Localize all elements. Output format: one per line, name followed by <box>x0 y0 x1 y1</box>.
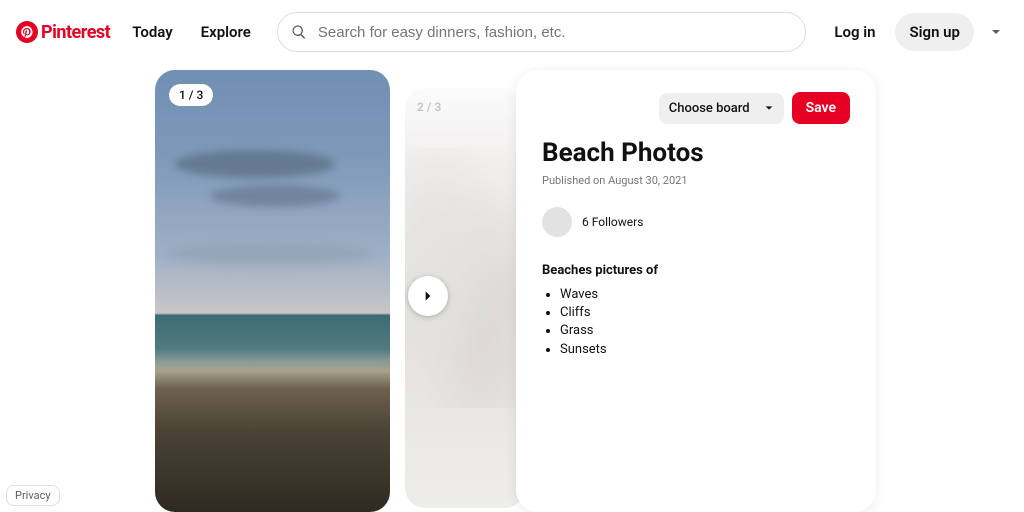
chevron-down-icon <box>764 103 774 113</box>
carousel-card-current[interactable]: 1 / 3 <box>155 70 390 512</box>
choose-board-label: Choose board <box>669 101 750 116</box>
content: 2 / 3 1 / 3 Choose board Save Beach Phot… <box>0 64 1024 512</box>
author-row[interactable]: 6 Followers <box>542 207 850 237</box>
carousel-badge-current: 1 / 3 <box>169 84 213 106</box>
pinterest-logo[interactable]: Pinterest <box>16 21 110 43</box>
pinterest-logo-icon <box>16 21 38 43</box>
carousel-badge-next: 2 / 3 <box>417 100 441 114</box>
account-menu-button[interactable] <box>984 20 1008 44</box>
chevron-right-icon <box>421 289 435 303</box>
followers-count: 6 Followers <box>582 215 643 229</box>
signup-button[interactable]: Sign up <box>895 13 974 51</box>
header: Pinterest Today Explore Log in Sign up <box>0 0 1024 64</box>
pin-published: Published on August 30, 2021 <box>542 174 850 187</box>
search-icon <box>291 24 307 40</box>
list-item: Waves <box>560 286 850 304</box>
choose-board-dropdown[interactable]: Choose board <box>659 93 784 124</box>
privacy-link[interactable]: Privacy <box>6 485 60 506</box>
search-wrap <box>277 12 806 52</box>
list-item: Cliffs <box>560 304 850 322</box>
pin-actions: Choose board Save <box>542 92 850 124</box>
beach-photo <box>155 70 390 512</box>
avatar <box>542 207 572 237</box>
search-input[interactable] <box>277 12 806 52</box>
chevron-down-icon <box>990 26 1002 38</box>
pin-detail-card: Choose board Save Beach Photos Published… <box>516 70 876 512</box>
nav-today[interactable]: Today <box>122 13 182 51</box>
save-button[interactable]: Save <box>792 92 850 124</box>
list-item: Sunsets <box>560 341 850 359</box>
pin-list-heading: Beaches pictures of <box>542 263 850 278</box>
carousel-next-button[interactable] <box>408 276 448 316</box>
list-item: Grass <box>560 322 850 340</box>
pinterest-wordmark: Pinterest <box>41 22 110 43</box>
pin-list: Waves Cliffs Grass Sunsets <box>542 286 850 359</box>
nav-explore[interactable]: Explore <box>191 13 261 51</box>
pin-title: Beach Photos <box>542 138 850 168</box>
login-button[interactable]: Log in <box>822 13 887 51</box>
